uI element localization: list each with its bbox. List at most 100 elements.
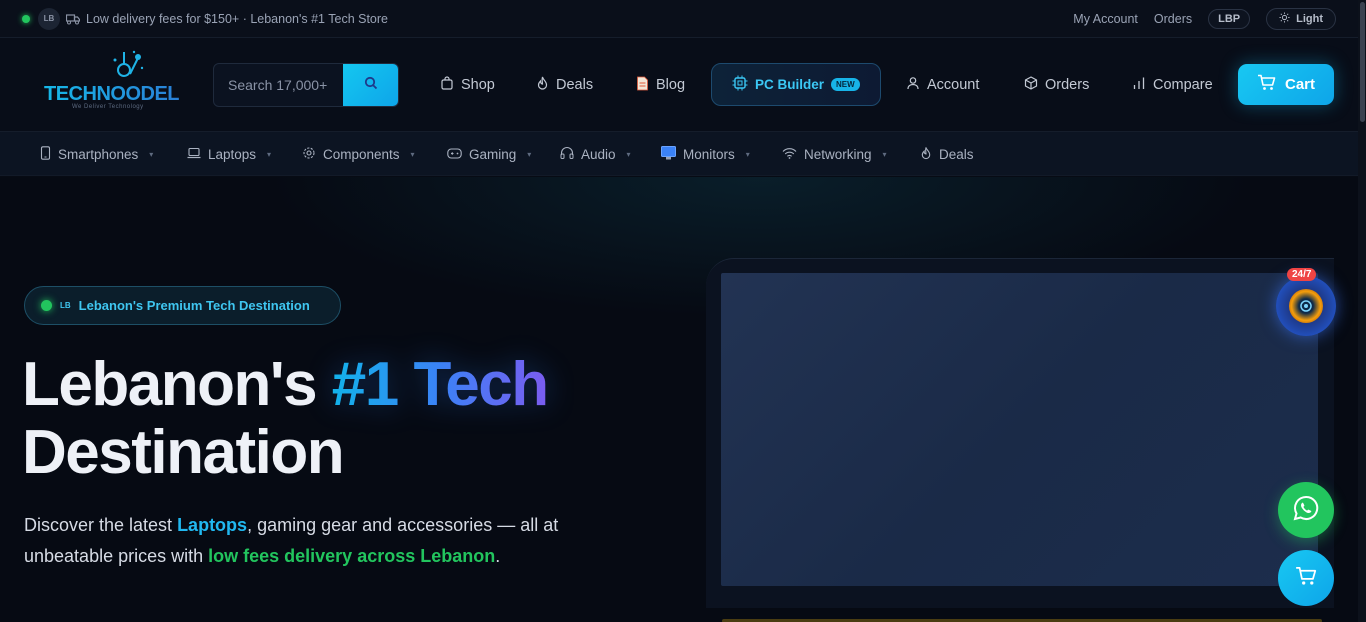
nav-shop[interactable]: Shop — [440, 63, 495, 107]
category-monitors[interactable]: Monitors ▾ — [661, 132, 750, 176]
laptops-highlight[interactable]: Laptops — [177, 515, 247, 535]
hero-badge: LB Lebanon's Premium Tech Destination — [24, 286, 341, 325]
nav-compare-label: Compare — [1153, 77, 1213, 93]
nav-orders[interactable]: Orders — [1024, 63, 1089, 107]
laptop-icon — [187, 147, 201, 162]
logo-tagline: We Deliver Technology — [72, 104, 144, 110]
category-label: Deals — [939, 146, 974, 162]
search-bar — [213, 63, 399, 107]
support-badge: 24/7 — [1287, 268, 1317, 281]
pc-builder-label: PC Builder — [755, 77, 825, 92]
cart-label: Cart — [1284, 76, 1315, 93]
my-account-link[interactable]: My Account — [1073, 12, 1138, 26]
cart-button[interactable]: Cart — [1238, 64, 1334, 105]
scrollbar-thumb[interactable] — [1360, 2, 1365, 122]
category-label: Laptops — [208, 146, 257, 162]
category-label: Smartphones — [58, 146, 139, 162]
wifi-icon — [782, 147, 797, 162]
hero-title-accent: #1 Tech — [331, 350, 549, 419]
lead-text: . — [495, 546, 501, 566]
gear-icon — [302, 146, 316, 163]
support-chat-button[interactable] — [1276, 276, 1336, 336]
nav-account[interactable]: Account — [906, 63, 979, 107]
user-icon — [906, 76, 920, 94]
hero-title-line1: Lebanon's #1 Tech — [22, 350, 549, 420]
category-audio[interactable]: Audio ▾ — [560, 132, 631, 176]
category-laptops[interactable]: Laptops ▾ — [187, 132, 271, 176]
gamepad-icon — [447, 147, 462, 162]
category-label: Gaming — [469, 146, 517, 162]
hero-badge-text: Lebanon's Premium Tech Destination — [78, 298, 310, 313]
category-components[interactable]: Components ▾ — [302, 132, 415, 176]
chevron-down-icon: ▾ — [149, 149, 154, 159]
shopping-bag-icon — [440, 76, 454, 94]
main-header: TECHNOODEL We Deliver Technology Shop De… — [0, 38, 1358, 132]
announcement-text: Low delivery fees for $150+ · Lebanon's … — [86, 11, 389, 26]
document-icon — [636, 76, 649, 95]
chevron-down-icon: ▾ — [745, 149, 750, 159]
theme-toggle-label: Light — [1296, 12, 1323, 25]
currency-toggle[interactable]: LBP — [1208, 8, 1251, 29]
flame-icon — [536, 76, 549, 94]
hero-section: LB Lebanon's Premium Tech Destination Le… — [0, 177, 1358, 622]
nav-deals-label: Deals — [556, 77, 594, 93]
theme-toggle[interactable]: Light — [1266, 7, 1336, 30]
nav-blog[interactable]: Blog — [636, 63, 685, 107]
site-logo[interactable]: TECHNOODEL We Deliver Technology — [44, 48, 180, 118]
logo-wordmark: TECHNOODEL — [44, 83, 180, 105]
flame-icon — [920, 146, 932, 163]
hero-showcase-image — [721, 273, 1318, 586]
search-input[interactable] — [214, 64, 343, 106]
announcement-bar: LB Low delivery fees for $150+ · Lebanon… — [0, 0, 1358, 38]
hero-showcase-card — [706, 258, 1334, 622]
phone-icon — [40, 145, 51, 163]
new-badge: NEW — [831, 78, 860, 91]
chevron-down-icon: ▾ — [410, 149, 415, 159]
nav-compare[interactable]: Compare — [1132, 63, 1213, 107]
nav-deals[interactable]: Deals — [536, 63, 593, 107]
package-icon — [1024, 76, 1038, 94]
nav-account-label: Account — [927, 77, 980, 93]
category-label: Audio — [581, 146, 616, 162]
nav-shop-label: Shop — [461, 77, 495, 93]
lead-text: Discover the latest — [24, 515, 178, 535]
floating-cart-button[interactable] — [1278, 550, 1334, 606]
nav-blog-label: Blog — [656, 77, 686, 93]
status-dot — [41, 300, 52, 311]
category-networking[interactable]: Networking ▾ — [782, 132, 887, 176]
search-button[interactable] — [343, 64, 398, 106]
chevron-down-icon: ▾ — [626, 149, 631, 159]
online-status-dot — [22, 14, 30, 23]
whatsapp-icon — [1292, 494, 1320, 527]
chevron-down-icon: ▾ — [882, 149, 887, 159]
category-label: Components — [323, 146, 400, 162]
category-label: Networking — [804, 146, 872, 162]
nav-orders-label: Orders — [1045, 77, 1090, 93]
category-smartphones[interactable]: Smartphones ▾ — [40, 132, 153, 176]
bar-chart-icon — [1132, 76, 1146, 94]
whatsapp-button[interactable] — [1278, 482, 1334, 538]
category-label: Monitors — [683, 146, 735, 162]
search-icon — [364, 76, 378, 95]
hero-title-line2: Destination — [22, 418, 345, 487]
monitor-icon — [661, 145, 676, 163]
pc-builder-button[interactable]: PC Builder NEW — [711, 63, 881, 106]
category-bar: Smartphones ▾ Laptops ▾ Components ▾ Gaming… — [0, 132, 1358, 176]
delivery-highlight: low fees delivery across Lebanon — [208, 546, 496, 566]
support-avatar-icon — [1289, 289, 1323, 323]
cpu-chip-icon — [732, 75, 748, 94]
hero-title-part1: Lebanon's — [22, 350, 332, 419]
sun-icon — [1279, 11, 1290, 26]
orders-link[interactable]: Orders — [1154, 12, 1192, 26]
flag-label: LB — [60, 301, 71, 310]
category-gaming[interactable]: Gaming ▾ — [447, 132, 531, 176]
headphones-icon — [560, 146, 574, 162]
truck-icon — [66, 13, 80, 25]
country-chip: LB — [38, 7, 60, 30]
hero-description: Discover the latest Laptops, gaming gear… — [24, 510, 564, 572]
category-deals[interactable]: Deals — [920, 132, 974, 176]
cart-icon — [1257, 74, 1276, 95]
chevron-down-icon: ▾ — [527, 149, 532, 159]
cart-icon — [1295, 566, 1317, 591]
chevron-down-icon: ▾ — [267, 149, 272, 159]
